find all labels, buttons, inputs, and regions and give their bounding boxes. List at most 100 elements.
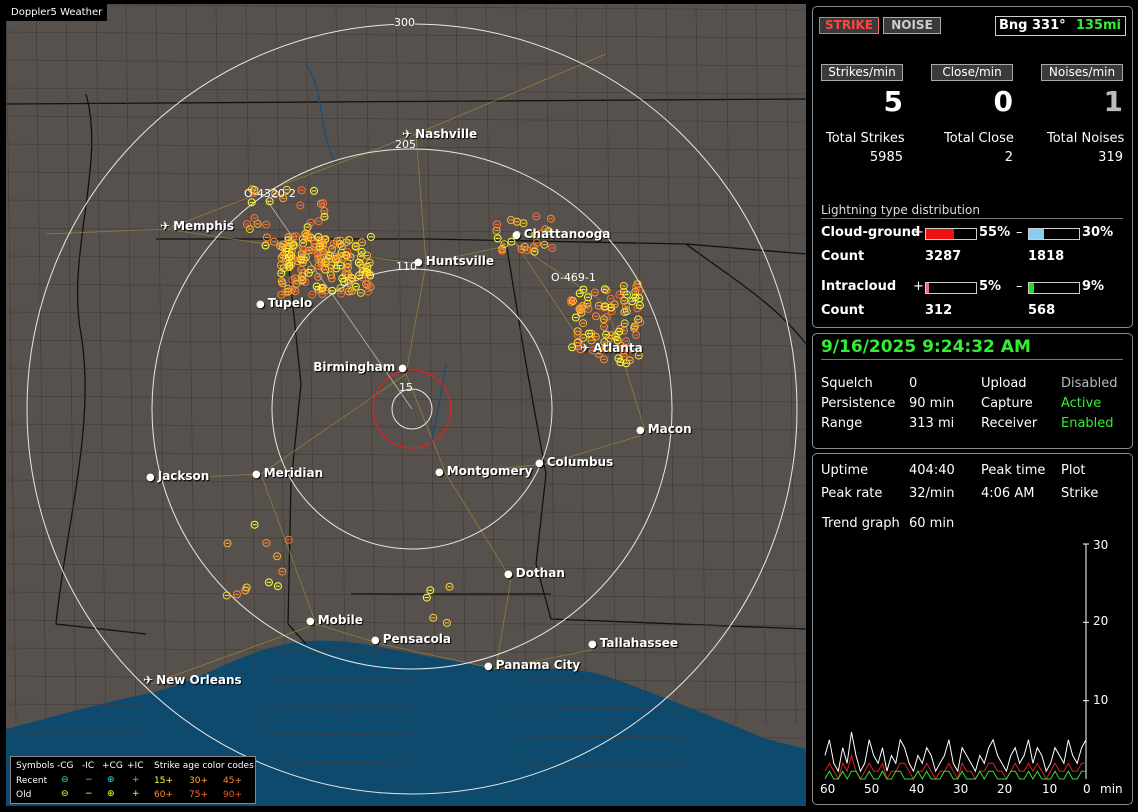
legend-recent-label: Recent (16, 776, 48, 786)
city-birmingham: Birmingham ● (313, 360, 410, 374)
legend-age-90: 90+ (223, 790, 242, 800)
cg-positive-pct: 55% (979, 225, 1011, 240)
app-title: Doppler5 Weather (6, 4, 108, 21)
legend-age-15: 15+ (154, 776, 173, 786)
city-new-orleans: ✈ New Orleans (143, 673, 242, 687)
ring-label-300: 300 (394, 16, 415, 29)
city-label: Meridian (263, 466, 324, 480)
cg-negative-count: 1818 (1028, 249, 1065, 264)
ic-positive-pct: 5% (979, 279, 1002, 294)
strikes-per-min-value: 5 (883, 85, 903, 118)
legend-type-neg-ic: -IC (82, 761, 95, 771)
city-mobile: ● Mobile (306, 613, 363, 627)
city-label: Panama City (495, 658, 581, 672)
range-label: Range (821, 416, 863, 431)
city-label: Mobile (317, 613, 363, 627)
city-dothan: ● Dothan (504, 566, 565, 580)
city-dot-icon: ● (414, 257, 423, 268)
city-label: Columbus (546, 455, 614, 469)
x-tick-60: 60 (820, 782, 836, 796)
ic-positive-count: 312 (925, 303, 953, 318)
legend-type-pos-ic: +IC (127, 761, 144, 771)
city-label: Dothan (515, 566, 565, 580)
city-dot-icon: ● (588, 639, 597, 650)
city-panama-city: ● Panama City (484, 658, 580, 672)
y-tick-30: 30 (1093, 538, 1109, 552)
y-tick-20: 20 (1093, 614, 1109, 628)
legend-age-60: 60+ (154, 790, 173, 800)
receiver-label: Receiver (981, 416, 1038, 431)
city-tupelo: ● Tupelo (256, 296, 312, 310)
legend-recent-pos-cg-icon: ⊕ (107, 775, 115, 785)
city-dot-icon: ● (256, 299, 265, 310)
track-label-1: O-4320-2 (244, 187, 296, 200)
capture-label: Capture (981, 396, 1033, 411)
squelch-label: Squelch (821, 376, 873, 391)
city-dot-icon: ● (504, 569, 513, 580)
city-jackson: ● Jackson (146, 469, 209, 483)
noises-per-min-button[interactable]: Noises/min (1041, 64, 1123, 81)
strike-stats-panel: STRIKE NOISE Bng 331° 135mi Strikes/min … (812, 6, 1133, 328)
trend-graph (824, 543, 1089, 781)
status-panel: 9/16/2025 9:24:32 AM Squelch 0 Upload Di… (812, 333, 1133, 449)
city-columbus: ● Columbus (535, 455, 613, 469)
distribution-title: Lightning type distribution (821, 203, 980, 217)
city-label: Montgomery (446, 464, 533, 478)
lightning-map[interactable]: Doppler5 Weather 300 205 110 15 O-4320-2… (6, 4, 806, 806)
city-label: Huntsville (425, 254, 495, 268)
total-close-value: 2 (1004, 150, 1013, 165)
intracloud-label: Intracloud (821, 279, 897, 294)
ic-count-label: Count (821, 303, 865, 318)
distribution-divider (821, 218, 1123, 219)
city-label: Tupelo (267, 296, 313, 310)
strikes-per-min-button[interactable]: Strikes/min (821, 64, 903, 81)
legend-old-label: Old (16, 790, 32, 800)
total-noises-value: 319 (1098, 150, 1123, 165)
x-tick-50: 50 (864, 782, 880, 796)
city-label: Macon (647, 422, 692, 436)
upload-value: Disabled (1061, 376, 1118, 391)
city-dot-icon: ● (146, 472, 155, 483)
airport-icon: ✈ (402, 127, 413, 141)
legend-old-pos-cg-icon: ⊕ (107, 789, 115, 799)
city-montgomery: ● Montgomery (435, 464, 532, 478)
noise-mode-button[interactable]: NOISE (883, 17, 941, 34)
legend-old-pos-ic-icon: + (132, 789, 140, 799)
x-tick-20: 20 (997, 782, 1013, 796)
city-dot-icon: ● (306, 616, 315, 627)
trend-panel: Uptime 404:40 Peak time Plot Peak rate 3… (812, 453, 1133, 805)
cg-positive-bar (925, 228, 977, 240)
city-label: Tallahassee (599, 636, 678, 650)
city-atlanta: ✈ Atlanta (580, 341, 643, 355)
strike-mode-button[interactable]: STRIKE (819, 17, 879, 34)
x-tick-10: 10 (1042, 782, 1058, 796)
bearing-range: 135mi (1075, 18, 1121, 33)
city-dot-icon: ● (398, 363, 407, 374)
total-noises-label: Total Noises (1047, 131, 1125, 146)
legend-type-neg-cg: -CG (57, 761, 74, 771)
cg-plus-sign: + (913, 225, 924, 240)
trend-series-0 (824, 731, 1087, 773)
city-macon: ● Macon (636, 422, 692, 436)
ic-positive-bar (925, 282, 977, 294)
legend-recent-pos-ic-icon: + (132, 775, 140, 785)
close-per-min-button[interactable]: Close/min (931, 64, 1013, 81)
city-dot-icon: ● (435, 467, 444, 478)
close-per-min-value: 0 (993, 85, 1013, 118)
cloud-ground-label: Cloud-ground (821, 225, 921, 240)
city-tallahassee: ● Tallahassee (588, 636, 678, 650)
city-label: New Orleans (156, 673, 242, 687)
city-label: Jackson (157, 469, 210, 483)
city-meridian: ● Meridian (252, 466, 323, 480)
city-memphis: ✈ Memphis (160, 219, 234, 233)
legend-recent-neg-ic-icon: − (85, 775, 93, 785)
legend-symbols-label: Symbols (16, 761, 55, 771)
legend-type-pos-cg: +CG (102, 761, 123, 771)
symbol-legend: Symbols -CG -IC +CG +IC Strike age color… (10, 756, 256, 804)
city-label: Pensacola (382, 632, 452, 646)
ic-plus-sign: + (913, 279, 924, 294)
receiver-value: Enabled (1061, 416, 1114, 431)
city-chattanooga: ● Chattanooga (512, 227, 610, 241)
city-label: Atlanta (593, 341, 643, 355)
noises-per-min-value: 1 (1103, 85, 1123, 118)
